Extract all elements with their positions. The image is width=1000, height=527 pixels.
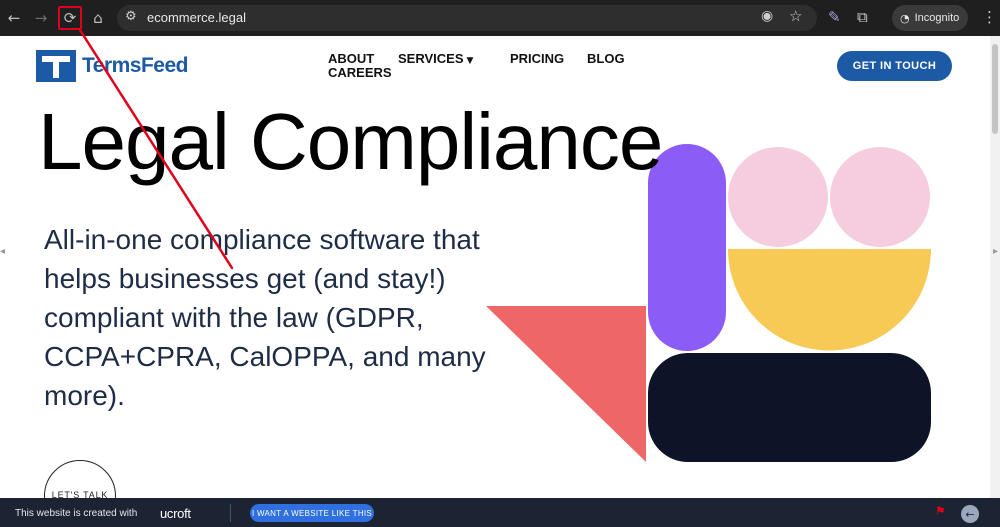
ucraft-footer-bar: This website is created with ucroft I WA… [0, 498, 1000, 527]
footer-back-icon[interactable]: ← [961, 505, 979, 523]
webpage: TermsFeed ABOUT CAREERS SERVICES ▼ PRICIN… [0, 36, 990, 498]
footer-divider [230, 504, 231, 522]
left-scroll-handle-icon: ◂ [0, 246, 6, 257]
logo-text: TermsFeed [82, 54, 189, 77]
nav-about-careers: ABOUT CAREERS [328, 52, 392, 80]
nav-services-label: SERVICES [398, 51, 464, 66]
site-logo[interactable]: TermsFeed [36, 50, 189, 82]
incognito-label: Incognito [914, 12, 960, 24]
nav-about[interactable]: ABOUT [328, 52, 392, 66]
reload-icon[interactable]: ⟳ [60, 8, 80, 28]
nav-blog[interactable]: BLOG [587, 52, 625, 66]
pink-circle-right-shape [830, 147, 930, 247]
bookmark-star-icon[interactable]: ☆ [789, 7, 802, 25]
extension-icon[interactable]: ✎ [828, 8, 841, 26]
nav-careers[interactable]: CAREERS [328, 66, 392, 80]
incognito-badge[interactable]: ◔ Incognito [892, 5, 968, 31]
back-icon[interactable]: ← [4, 8, 24, 28]
address-bar[interactable]: ⚙ ecommerce.legal ◉ ☆ [117, 5, 817, 31]
eye-off-icon[interactable]: ◉ [761, 8, 773, 24]
coral-triangle-shape [486, 306, 646, 462]
termsfeed-logo-icon [36, 50, 76, 82]
lets-talk-label: LET'S TALK [51, 490, 109, 498]
pink-circle-left-shape [728, 147, 828, 247]
url-text[interactable]: ecommerce.legal [147, 10, 246, 25]
yellow-half-circle-shape [728, 249, 931, 351]
incognito-icon: ◔ [900, 11, 910, 25]
lets-talk-button[interactable]: LET'S TALK [44, 460, 116, 498]
forward-icon[interactable]: → [31, 8, 51, 28]
flag-icon[interactable]: ⚑ [935, 504, 946, 518]
hero-illustration [486, 144, 931, 462]
home-icon[interactable]: ⌂ [88, 8, 108, 28]
browser-toolbar: ← → ⟳ ⌂ ⚙ ecommerce.legal ◉ ☆ ✎ ⧉ ◔ Inco… [0, 0, 1000, 36]
right-scroll-handle-icon: ▸ [993, 246, 999, 257]
browser-menu-icon[interactable]: ⋮ [982, 8, 997, 26]
hero-subtitle: All-in-one compliance software that help… [44, 224, 486, 411]
get-in-touch-button[interactable]: GET IN TOUCH [837, 51, 952, 81]
footer-created-text: This website is created with [15, 508, 138, 519]
nav-services[interactable]: SERVICES ▼ [398, 52, 473, 68]
extensions-puzzle-icon[interactable]: ⧉ [857, 8, 868, 26]
page-scrollbar[interactable] [990, 36, 1000, 498]
hero-title: Legal Compliance [38, 97, 663, 186]
navy-rounded-block-shape [648, 353, 931, 462]
nav-pricing[interactable]: PRICING [510, 52, 564, 66]
scrollbar-thumb[interactable] [992, 44, 998, 134]
ucraft-logo[interactable]: ucroft [160, 506, 191, 521]
chevron-down-icon: ▼ [466, 56, 474, 66]
site-settings-icon[interactable]: ⚙ [125, 9, 137, 24]
want-website-button[interactable]: I WANT A WEBSITE LIKE THIS [250, 504, 374, 522]
